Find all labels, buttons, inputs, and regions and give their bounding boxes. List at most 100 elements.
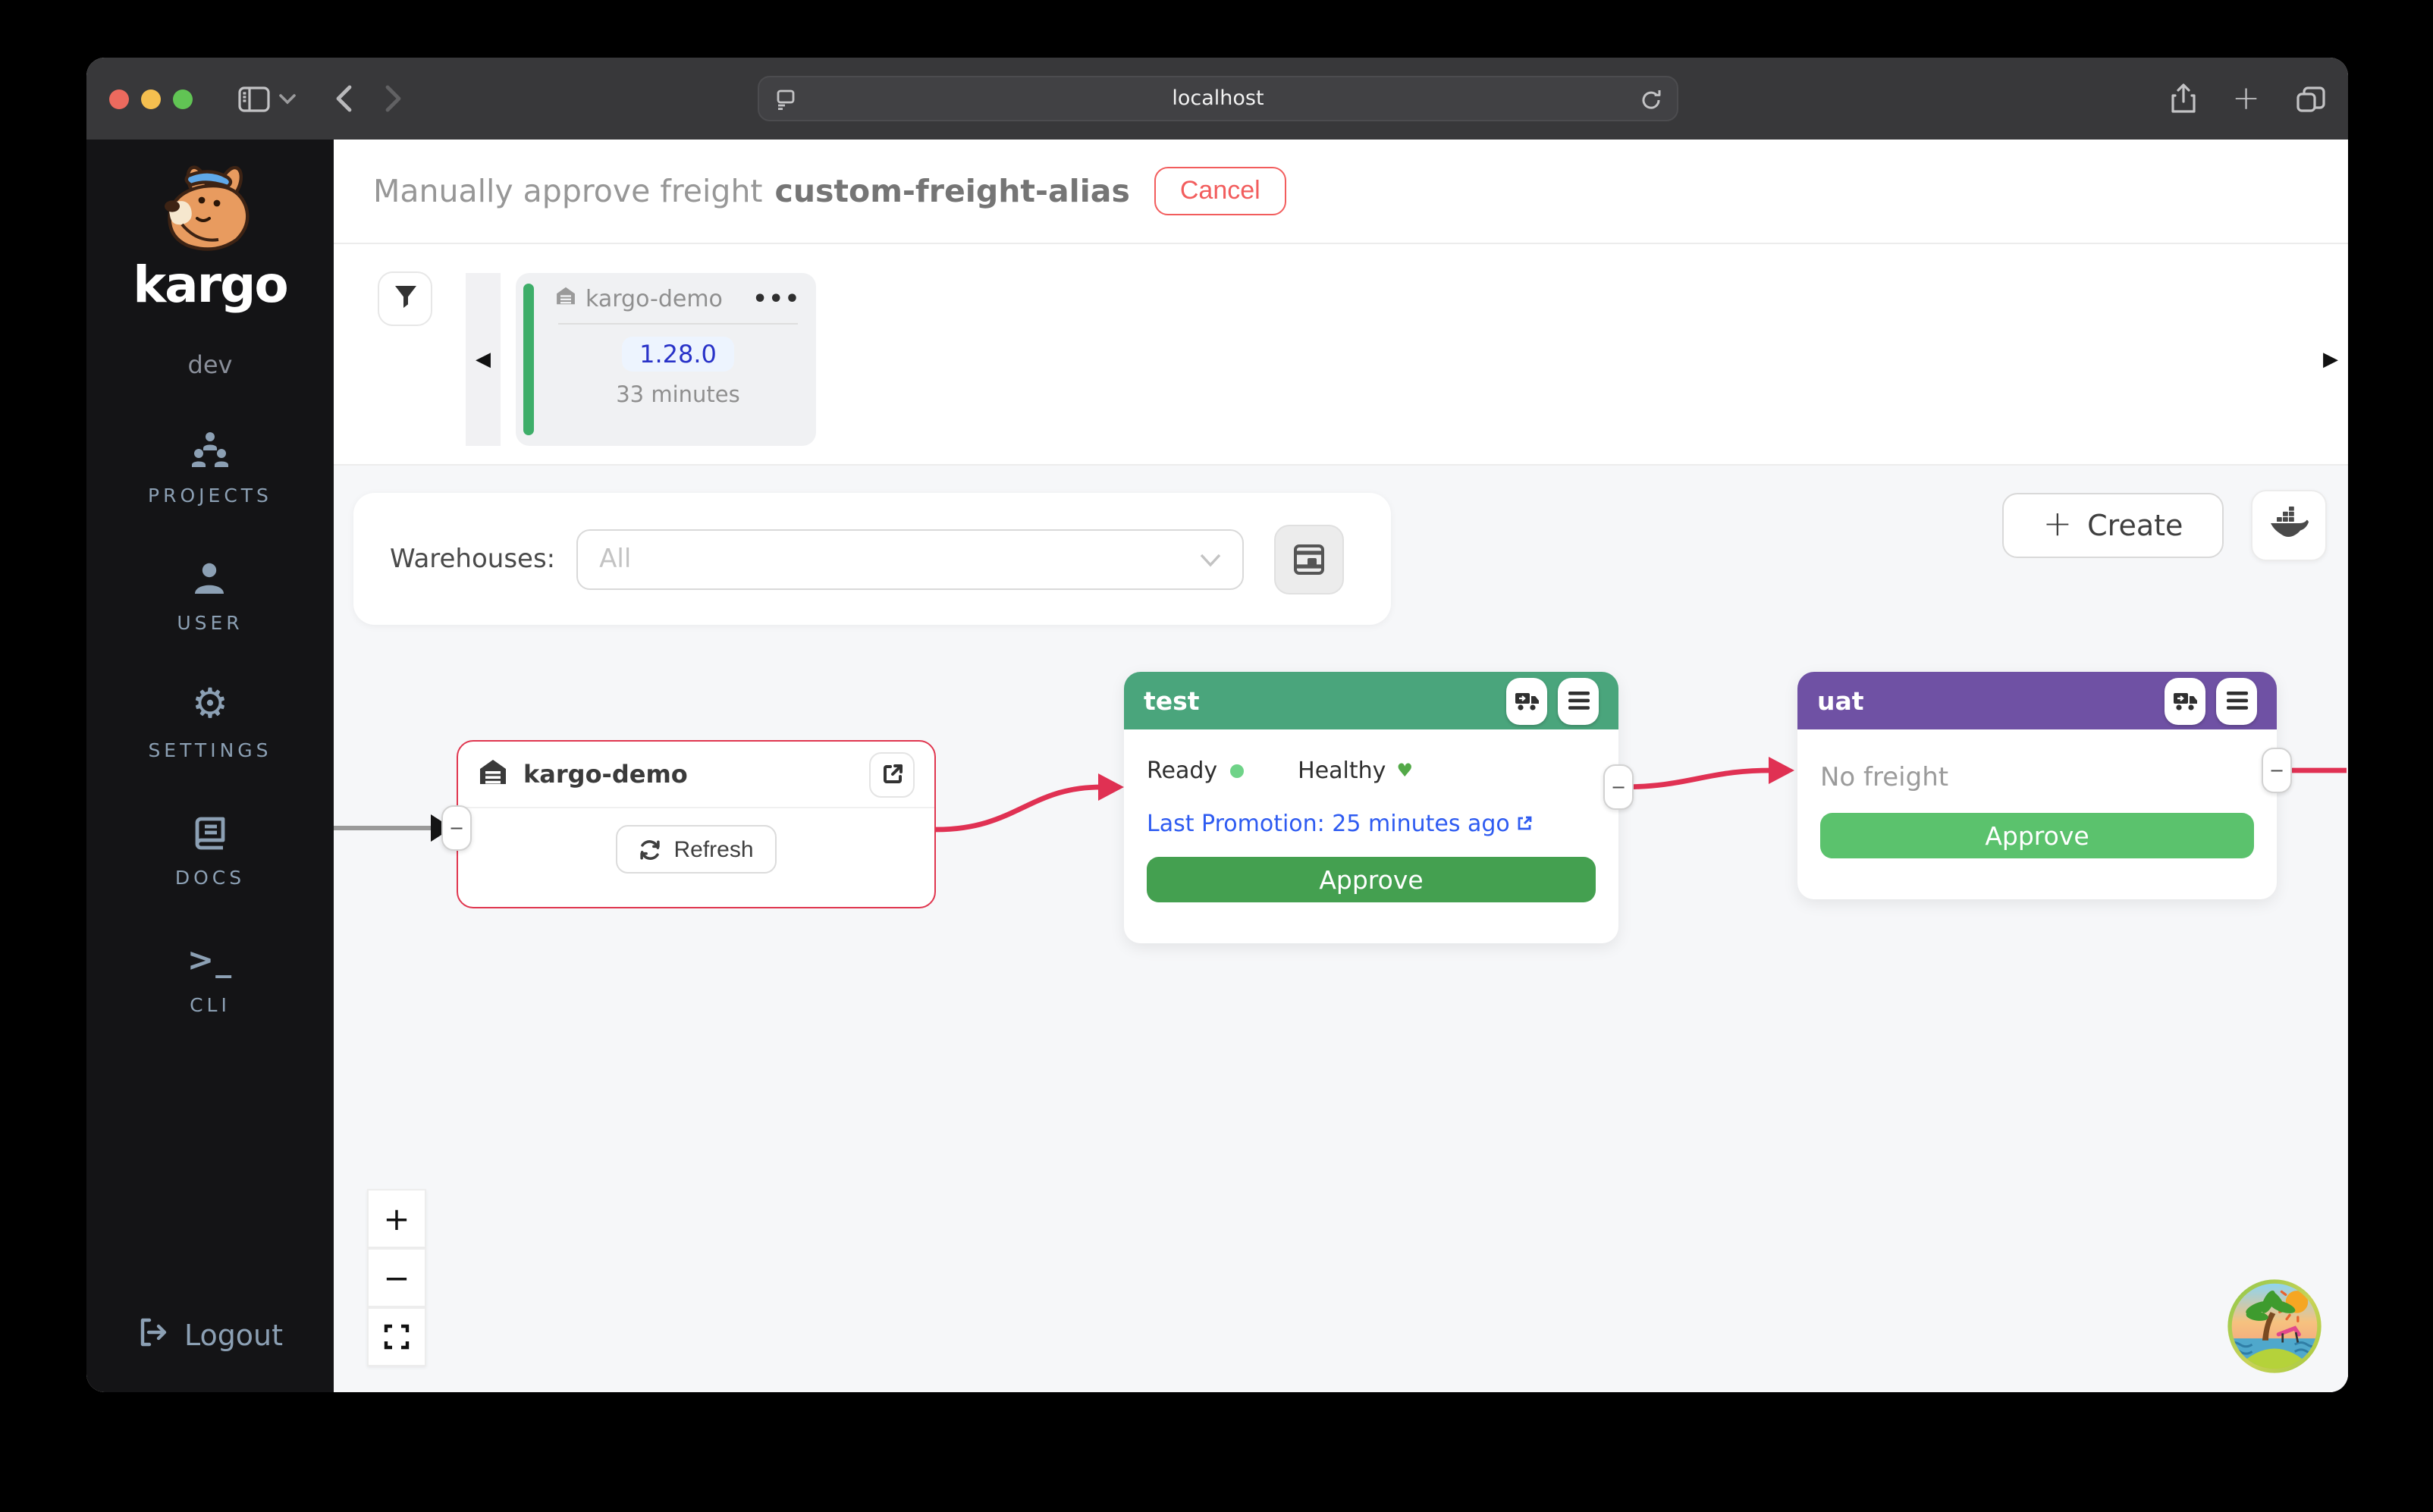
url-text: localhost (796, 86, 1640, 111)
user-icon (192, 558, 228, 598)
warehouse-node-kargo-demo[interactable]: kargo-demo (457, 740, 936, 908)
stage-node-uat[interactable]: uat (1797, 672, 2277, 899)
kangaroo-mascot-icon (152, 164, 268, 258)
warehouses-select[interactable]: All (576, 529, 1244, 589)
forward-icon[interactable] (385, 85, 402, 112)
freight-card[interactable]: kargo-demo ••• 1.28.0 33 minutes (516, 273, 816, 446)
freight-status-bar (523, 284, 534, 435)
external-link-icon (881, 763, 903, 786)
sidebar-item-projects[interactable]: PROJECTS (148, 431, 272, 507)
truck-promote-button[interactable] (1506, 677, 1547, 724)
stage-name: uat (1817, 686, 2154, 715)
approve-button[interactable]: Approve (1820, 813, 2254, 858)
version-label: dev (188, 350, 233, 379)
fullscreen-window-button[interactable] (173, 89, 193, 108)
app-sidebar: kargo dev PROJECTS (86, 140, 334, 1392)
zoom-in-button[interactable]: + (367, 1189, 426, 1248)
freight-menu-button[interactable]: ••• (752, 285, 801, 312)
freight-alias: custom-freight-alias (775, 173, 1130, 209)
freight-timeline: ◀ (334, 244, 2348, 466)
stamp-images-button[interactable] (1274, 524, 1344, 594)
stage-name: test (1144, 686, 1496, 715)
sidebar-item-label: SETTINGS (148, 739, 272, 761)
sidebar-item-label: DOCS (175, 866, 245, 889)
sidebar-item-cli[interactable]: >_ CLI (187, 940, 233, 1016)
back-icon[interactable] (335, 85, 352, 112)
create-button[interactable]: + Create (2002, 493, 2224, 558)
edge-handle-warehouse-in[interactable]: − (441, 805, 472, 851)
browser-toolbar: localhost + (86, 58, 2348, 140)
ready-status-dot (1229, 764, 1243, 777)
hamburger-icon (1568, 692, 1589, 710)
stage-menu-button[interactable] (2216, 677, 2257, 724)
scroll-right-button[interactable]: ▶ (2313, 273, 2348, 446)
scroll-left-button[interactable]: ◀ (466, 273, 501, 446)
scroll-left-icon: ◀ (476, 348, 491, 371)
warehouse-icon (555, 285, 576, 312)
page-title: Manually approve freightcustom-freight-a… (373, 173, 1130, 209)
sidebar-item-label: PROJECTS (148, 484, 272, 507)
chevron-down-icon[interactable] (279, 93, 296, 104)
stage-header: test (1124, 672, 1618, 729)
truck-promote-button[interactable] (2165, 677, 2205, 724)
logout-button[interactable]: Logout (137, 1316, 283, 1356)
logout-icon (137, 1316, 169, 1356)
sidebar-item-label: USER (177, 611, 243, 634)
gear-icon: ⚙ (192, 685, 228, 725)
page-header: Manually approve freightcustom-freight-a… (334, 140, 2348, 244)
docker-button[interactable] (2251, 490, 2327, 561)
create-label: Create (2087, 509, 2183, 542)
sidebar-item-user[interactable]: USER (177, 558, 243, 634)
approve-button[interactable]: Approve (1147, 857, 1596, 902)
pipeline-canvas[interactable]: Warehouses: All (334, 466, 2348, 1392)
stage-header: uat (1797, 672, 2277, 729)
fit-view-button[interactable] (367, 1307, 426, 1366)
freight-version-tag[interactable]: 1.28.0 (621, 337, 735, 372)
truck-icon (1515, 691, 1539, 711)
warehouses-label: Warehouses: (390, 544, 555, 574)
terminal-icon: >_ (187, 940, 233, 980)
tab-overview-icon[interactable] (2296, 86, 2325, 111)
minimize-window-button[interactable] (141, 89, 161, 108)
sidebar-item-docs[interactable]: DOCS (175, 813, 245, 889)
warehouse-node-title: kargo-demo (523, 760, 869, 789)
zoom-out-button[interactable]: − (367, 1248, 426, 1307)
close-window-button[interactable] (109, 89, 129, 108)
open-warehouse-button[interactable] (869, 751, 915, 797)
freight-age: 33 minutes (555, 384, 801, 408)
sidebar-toggle-icon[interactable] (238, 86, 270, 111)
external-link-icon (1518, 816, 1533, 831)
truck-icon (2173, 691, 2197, 711)
chevron-down-icon (1200, 544, 1221, 573)
refresh-button[interactable]: Refresh (616, 825, 776, 874)
projects-icon (190, 431, 231, 470)
canvas-zoom-controls: + − (367, 1189, 426, 1366)
healthy-heart-icon: ♥ (1396, 760, 1413, 781)
health-label: Healthy (1298, 757, 1386, 784)
reload-icon[interactable] (1640, 87, 1661, 110)
sidebar-item-label: CLI (190, 993, 231, 1016)
logout-label: Logout (184, 1319, 283, 1353)
edge-handle-uat-out[interactable]: − (2262, 748, 2292, 793)
stage-node-test[interactable]: test (1124, 672, 1618, 943)
island-badge-icon[interactable] (2224, 1275, 2325, 1377)
traffic-lights (109, 89, 193, 108)
page-settings-icon[interactable] (774, 87, 796, 110)
ready-label: Ready (1147, 757, 1217, 784)
new-tab-icon[interactable]: + (2232, 80, 2260, 118)
filter-button[interactable] (378, 271, 432, 326)
stage-menu-button[interactable] (1558, 677, 1599, 724)
kargo-logo[interactable]: kargo (133, 164, 287, 314)
browser-window: localhost + (86, 58, 2348, 1392)
freight-warehouse-name: kargo-demo (585, 285, 743, 312)
warehouse-icon (478, 756, 508, 792)
edge-handle-test-out[interactable]: − (1603, 764, 1634, 810)
last-promotion-link[interactable]: Last Promotion: 25 minutes ago (1147, 810, 1596, 837)
url-bar[interactable]: localhost (757, 76, 1678, 121)
share-icon[interactable] (2170, 83, 2196, 114)
cancel-button[interactable]: Cancel (1154, 167, 1286, 215)
hamburger-icon (2226, 692, 2247, 710)
sidebar-item-settings[interactable]: ⚙ SETTINGS (148, 685, 272, 761)
no-freight-label: No freight (1820, 763, 2254, 793)
refresh-icon (639, 838, 661, 861)
